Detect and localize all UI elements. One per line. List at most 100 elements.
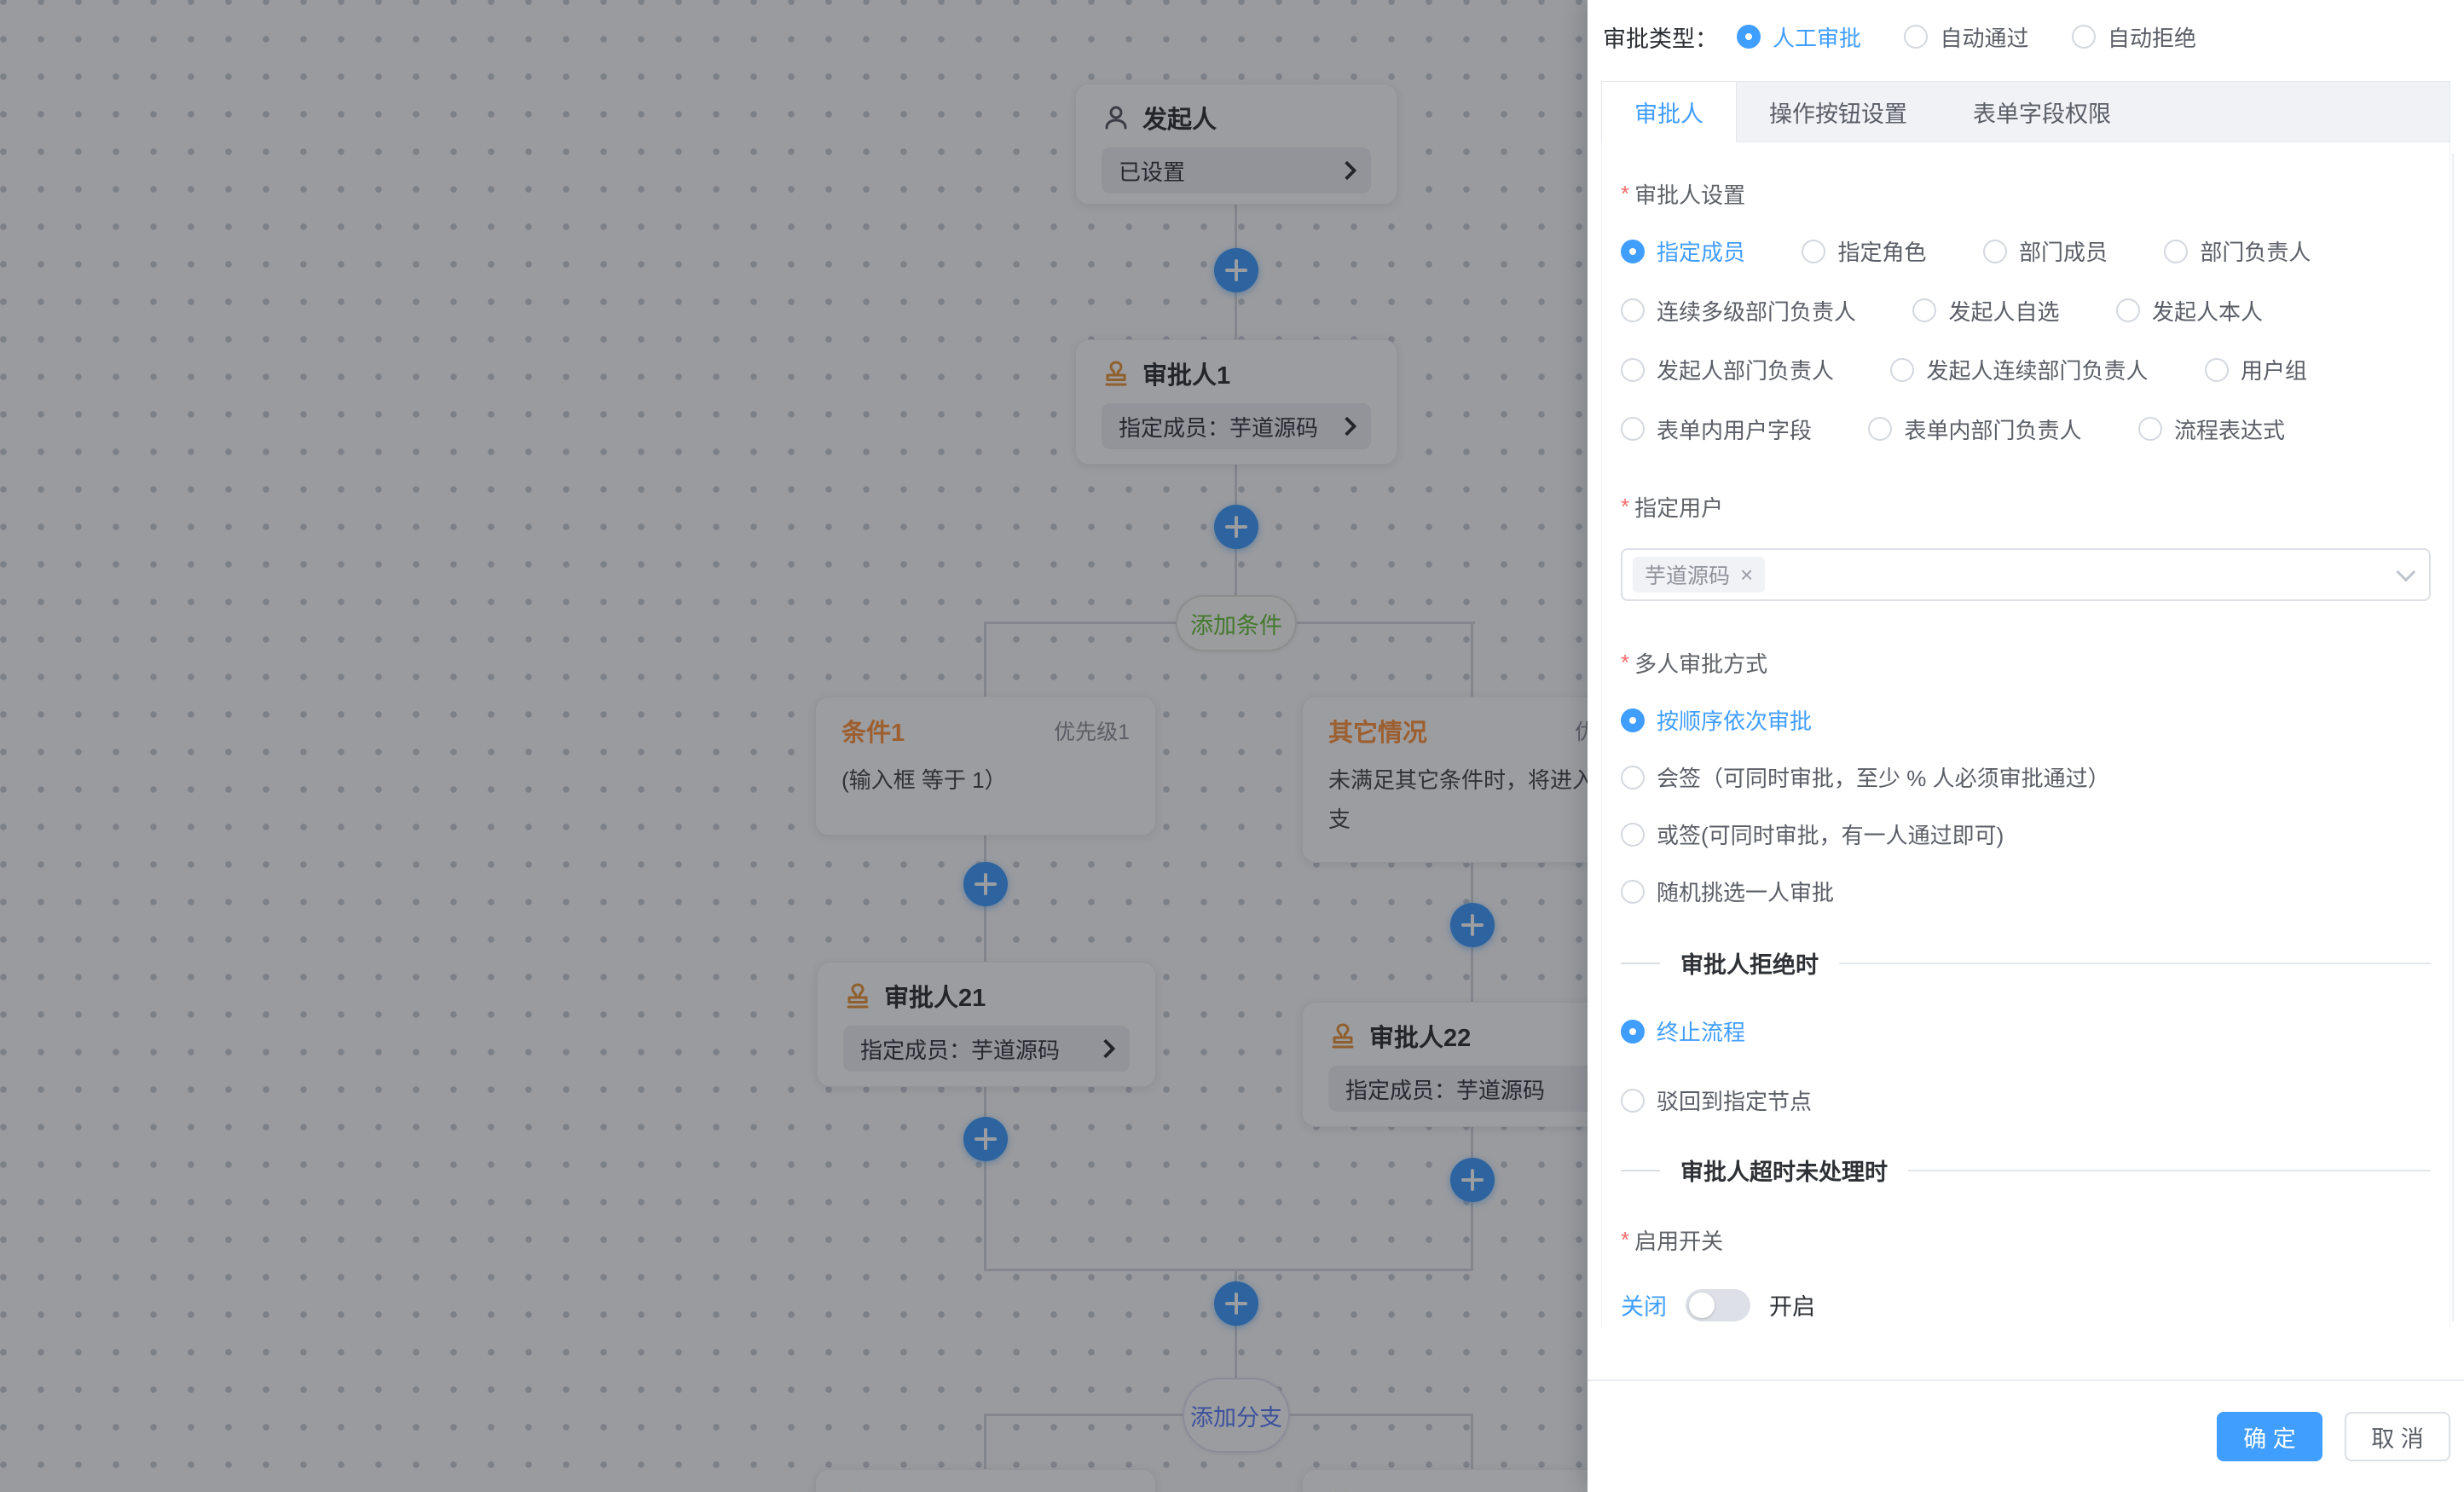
enable-toggle[interactable] [1686, 1289, 1750, 1321]
approver-setting-radio[interactable]: 连续多级部门负责人 [1621, 295, 1856, 327]
radio-icon [1621, 1089, 1645, 1113]
cancel-button[interactable]: 取 消 [2345, 1412, 2450, 1461]
radio-icon [1904, 25, 1928, 49]
radio-icon [1621, 823, 1645, 847]
node-content[interactable]: 指定成员：芋道源码 [843, 1026, 1130, 1072]
multi-mode-radio[interactable]: 会签（可同时审批，至少 % 人必须审批通过） [1621, 761, 2431, 793]
approver-setting-radio[interactable]: 部门负责人 [2164, 235, 2311, 267]
approver-setting-options-row3: 发起人部门负责人 发起人连续部门负责人 用户组 [1621, 354, 2431, 386]
add-node-button[interactable] [1214, 248, 1258, 292]
stamp-icon [1102, 359, 1131, 388]
add-node-button[interactable] [1450, 903, 1495, 947]
approver-setting-radio[interactable]: 部门成员 [1983, 235, 2108, 267]
node-title: 审批人21 [884, 978, 986, 1014]
flow-node-condition1[interactable]: 条件1 优先级1 (输入框 等于 1） [815, 697, 1156, 836]
approver-tab-pane: *审批人设置 指定成员 指定角色 [1601, 142, 2450, 1327]
approver-setting-options-row2: 连续多级部门负责人 发起人自选 发起人本人 [1621, 295, 2431, 327]
approver-setting-radio[interactable]: 表单内用户字段 [1621, 413, 1812, 445]
approver-setting-radio[interactable]: 用户组 [2205, 354, 2307, 385]
radio-icon [1621, 880, 1645, 904]
switch-on-label: 开启 [1769, 1288, 1815, 1321]
user-icon [1102, 103, 1131, 132]
multi-mode-radio[interactable]: 按顺序依次审批 [1621, 704, 2431, 736]
reject-options: 终止流程 驳回到指定节点 [1621, 1015, 2431, 1116]
radio-icon [1912, 298, 1936, 322]
connector-line [984, 622, 986, 697]
multi-mode-radio[interactable]: 随机挑选一人审批 [1621, 876, 2431, 907]
user-tag: 芋道源码 × [1633, 557, 1765, 593]
approval-type-radio[interactable]: 自动拒绝 [2072, 21, 2196, 53]
radio-icon [1621, 417, 1645, 441]
condition-expression: (输入框 等于 1） [842, 760, 1130, 800]
chevron-right-icon [1338, 417, 1357, 437]
approver-setting-radio[interactable]: 流程表达式 [2138, 413, 2285, 445]
node-title: 条件1 [842, 713, 905, 749]
add-node-button[interactable] [1214, 505, 1258, 549]
flow-node-parallel1[interactable]: 并行1 无优先级 [815, 1469, 1156, 1492]
radio-icon [2164, 240, 2188, 263]
assign-user-label: *指定用户 [1621, 491, 2431, 523]
add-node-button[interactable] [963, 1117, 1008, 1161]
node-title: 审批人1 [1142, 356, 1230, 391]
approver-setting-radio[interactable]: 发起人连续部门负责人 [1890, 354, 2148, 385]
node-title: 其它情况 [1328, 713, 1427, 749]
confirm-button[interactable]: 确 定 [2217, 1412, 2322, 1461]
approval-type-label: 审批类型： [1603, 20, 1718, 54]
add-condition-button[interactable]: 添加条件 [1176, 595, 1297, 651]
chevron-right-icon [1338, 161, 1357, 181]
tag-close-icon[interactable]: × [1740, 564, 1753, 586]
approver-setting-radio[interactable]: 发起人本人 [2116, 295, 2263, 327]
radio-icon [1621, 358, 1645, 382]
radio-icon [1621, 240, 1645, 263]
workflow-designer-page: 发起人 已设置 审批人1 指定成员：芋道源码 [0, 0, 2464, 1492]
radio-icon [2116, 298, 2140, 322]
node-content[interactable]: 指定成员：芋道源码 [1102, 403, 1371, 449]
config-tabs: 审批人 操作按钮设置 表单字段权限 *审批人设置 [1601, 81, 2450, 1327]
approver-setting-radio[interactable]: 表单内部门负责人 [1868, 413, 2081, 445]
radio-icon [1621, 766, 1645, 789]
approver-setting-radio[interactable]: 发起人自选 [1912, 295, 2059, 327]
add-node-button[interactable] [1214, 1281, 1258, 1326]
reject-radio[interactable]: 终止流程 [1621, 1015, 2431, 1047]
chevron-right-icon [1096, 1039, 1116, 1059]
radio-icon [1890, 358, 1914, 382]
timeout-section-title: 审批人超时未处理时 [1660, 1154, 1908, 1187]
radio-icon [1737, 25, 1761, 49]
multi-mode-radio[interactable]: 或签(可同时审批，有一人通过即可) [1621, 818, 2431, 850]
radio-icon [2072, 25, 2096, 49]
reject-section-title: 审批人拒绝时 [1660, 946, 1839, 980]
approval-type-radio[interactable]: 自动通过 [1904, 21, 2028, 53]
priority-label: 优先级1 [1054, 715, 1130, 746]
reject-radio[interactable]: 驳回到指定节点 [1621, 1084, 2431, 1116]
flow-node-start[interactable]: 发起人 已设置 [1075, 84, 1397, 205]
node-content[interactable]: 已设置 [1102, 147, 1371, 194]
connector-line [984, 1414, 986, 1470]
add-node-button[interactable] [963, 862, 1008, 906]
approval-type-options: 人工审批 自动通过 自动拒绝 [1737, 21, 2236, 54]
radio-icon [2138, 417, 2162, 441]
stamp-icon [1328, 1021, 1357, 1050]
approver-setting-radio[interactable]: 发起人部门负责人 [1621, 354, 1834, 385]
tab-header: 审批人 操作按钮设置 表单字段权限 [1601, 81, 2450, 142]
enable-switch-label: *启用开关 [1621, 1224, 2431, 1256]
tab[interactable]: 操作按钮设置 [1737, 82, 1941, 142]
connector-line [1471, 622, 1473, 697]
approval-type-row: 审批类型： 人工审批 自动通过 [1601, 14, 2450, 54]
tab[interactable]: 审批人 [1602, 82, 1737, 142]
node-title: 审批人22 [1369, 1018, 1471, 1054]
add-branch-button[interactable]: 添加分支 [1183, 1378, 1290, 1453]
radio-icon [1621, 708, 1645, 732]
flow-node-approver1[interactable]: 审批人1 指定成员：芋道源码 [1075, 339, 1397, 465]
tab[interactable]: 表单字段权限 [1941, 82, 2144, 142]
drawer-scroll-area[interactable]: 审批类型： 人工审批 自动通过 [1588, 0, 2464, 1327]
add-node-button[interactable] [1450, 1158, 1495, 1202]
flow-node-approver21[interactable]: 审批人21 指定成员：芋道源码 [817, 962, 1156, 1087]
approver-setting-radio[interactable]: 指定成员 [1621, 235, 1745, 267]
approver-setting-radio[interactable]: 指定角色 [1802, 235, 1926, 267]
switch-off-label: 关闭 [1621, 1288, 1667, 1321]
scrollbar[interactable] [2452, 153, 2454, 1321]
approver-setting-label: *审批人设置 [1621, 178, 2431, 210]
assign-user-select[interactable]: 芋道源码 × [1621, 548, 2431, 601]
radio-icon [1983, 240, 2007, 263]
approval-type-radio[interactable]: 人工审批 [1737, 21, 1861, 53]
